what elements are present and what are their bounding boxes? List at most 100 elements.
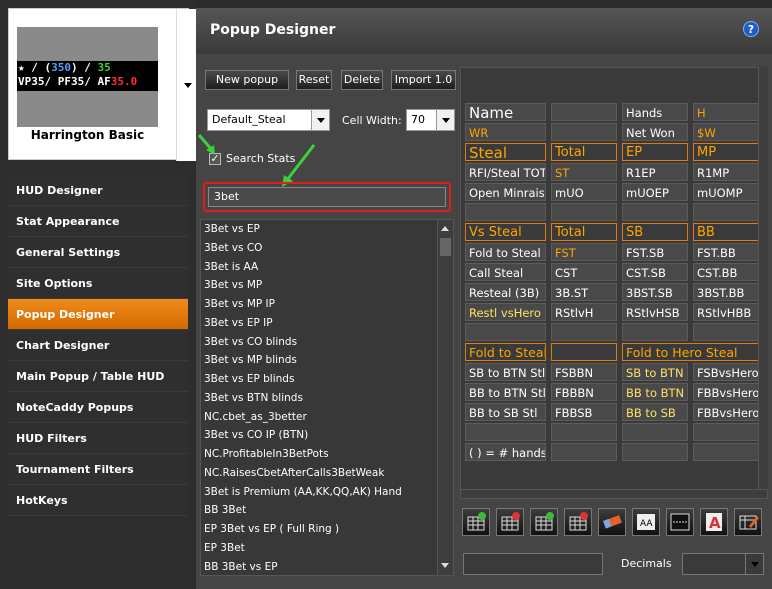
grid-cell[interactable]: ( ) = # hands — [465, 443, 546, 461]
list-item[interactable]: EP 3Bet vs EP ( Full Ring ) — [201, 520, 453, 539]
sidebar-item-general-settings[interactable]: General Settings — [8, 237, 188, 268]
grid-cell[interactable]: SB to BTN — [622, 363, 688, 381]
grid-cell[interactable]: Resteal (3B) — [465, 283, 546, 301]
grid-cell[interactable] — [693, 443, 759, 461]
grid-cell[interactable]: Fold to Hero Steal — [622, 343, 759, 361]
grid-cell[interactable]: Net Won — [622, 123, 688, 141]
grid-cell[interactable]: Steal — [465, 143, 546, 161]
grid-cell[interactable] — [622, 423, 688, 441]
import-button[interactable]: Import 1.0 — [391, 70, 456, 90]
grid-cell[interactable]: WR — [465, 123, 546, 141]
list-item[interactable]: 3Bet vs CO IP (BTN) — [201, 426, 453, 445]
grid-cell[interactable]: H — [693, 103, 759, 121]
grid-horizontal-scrollbar[interactable] — [460, 489, 768, 499]
cell-border-icon[interactable] — [666, 508, 694, 536]
grid-cell[interactable]: BB — [693, 223, 759, 241]
grid-cell[interactable] — [622, 203, 688, 221]
decimals-select[interactable] — [682, 553, 764, 575]
grid-cell[interactable]: BB to SB — [622, 403, 688, 421]
grid-cell[interactable] — [551, 203, 617, 221]
new-popup-button[interactable]: New popup — [205, 70, 289, 90]
list-item[interactable]: 3Bet vs CO — [201, 239, 453, 258]
grid-cell[interactable]: Call Steal — [465, 263, 546, 281]
grid-cell[interactable]: R1MP — [693, 163, 759, 181]
grid-cell[interactable]: Fold to Steal — [465, 343, 546, 361]
sidebar-item-hotkeys[interactable]: HotKeys — [8, 485, 188, 516]
grid-cell[interactable] — [622, 323, 688, 341]
remove-row-icon[interactable] — [496, 508, 524, 536]
grid-cell[interactable] — [465, 423, 546, 441]
grid-cell[interactable] — [551, 423, 617, 441]
grid-cell[interactable]: Open Minraise — [465, 183, 546, 201]
grid-cell[interactable]: 3B.ST — [551, 283, 617, 301]
grid-cell[interactable]: mUO — [551, 183, 617, 201]
grid-vertical-scrollbar[interactable] — [758, 67, 768, 489]
grid-cell[interactable]: FST — [551, 243, 617, 261]
stat-list[interactable]: 3Bet vs EP 3Bet vs CO 3Bet is AA 3Bet vs MP… — [200, 219, 454, 576]
popup-select[interactable]: Default_Steal — [207, 109, 330, 131]
grid-cell[interactable] — [465, 323, 546, 341]
grid-cell[interactable]: $W — [693, 123, 759, 141]
grid-cell[interactable]: 3BST.BB — [693, 283, 759, 301]
grid-cell[interactable] — [551, 323, 617, 341]
grid-cell[interactable]: CST — [551, 263, 617, 281]
list-item[interactable]: 3Bet vs EP IP — [201, 314, 453, 333]
grid-cell[interactable]: FSBBN — [551, 363, 617, 381]
grid-cell[interactable]: Name — [465, 103, 546, 121]
grid-cell[interactable]: FSBvsHero — [693, 363, 759, 381]
hud-dropdown-button[interactable] — [176, 9, 198, 161]
help-icon[interactable]: ? — [743, 21, 759, 37]
grid-cell[interactable]: Restl vsHero — [465, 303, 546, 321]
grid-cell[interactable]: RStlvHBB — [693, 303, 759, 321]
edit-properties-icon[interactable] — [734, 508, 762, 536]
list-item[interactable]: 3Bet vs MP IP — [201, 295, 453, 314]
grid-cell[interactable]: BB to SB Stl — [465, 403, 546, 421]
add-row-icon[interactable] — [462, 508, 490, 536]
list-item[interactable]: 3Bet vs EP blinds — [201, 370, 453, 389]
grid-cell[interactable]: FBBvsHero — [693, 383, 759, 401]
grid-cell[interactable]: FBBSB — [551, 403, 617, 421]
list-item[interactable]: NC.RaisesCbetAfterCalls3BetWeak — [201, 464, 453, 483]
popup-grid[interactable]: Name Hands H WR Net Won $W Steal Total E… — [460, 67, 768, 497]
stat-list-scrollbar[interactable] — [437, 220, 453, 575]
scrollbar-thumb[interactable] — [440, 238, 451, 256]
grid-cell[interactable] — [693, 323, 759, 341]
grid-cell[interactable]: SB — [622, 223, 688, 241]
list-item[interactable]: 3Bet vs CO blinds — [201, 333, 453, 352]
grid-cell[interactable]: mUOEP — [622, 183, 688, 201]
grid-cell[interactable]: FBBBN — [551, 383, 617, 401]
sidebar-item-tournament-filters[interactable]: Tournament Filters — [8, 454, 188, 485]
hud-card[interactable]: ★ / (350) / 35 VP35/ PF35/ AF35.0 Harrin… — [8, 8, 198, 161]
grid-cell[interactable] — [465, 203, 546, 221]
grid-cell[interactable]: RFI/Steal TOT — [465, 163, 546, 181]
scroll-up-icon[interactable] — [438, 222, 453, 236]
scroll-down-icon[interactable] — [438, 559, 453, 573]
reset-button[interactable]: Reset — [296, 70, 332, 90]
grid-cell[interactable]: FBBvsHero — [693, 403, 759, 421]
grid-cell[interactable]: mUOMP — [693, 183, 759, 201]
grid-cell[interactable]: FST.BB — [693, 243, 759, 261]
grid-cell[interactable]: FST.SB — [622, 243, 688, 261]
sidebar-item-main-popup[interactable]: Main Popup / Table HUD — [8, 361, 188, 392]
list-item[interactable]: BB 3Bet vs EP — [201, 558, 453, 576]
list-item[interactable]: 3Bet vs EP — [201, 220, 453, 239]
grid-cell[interactable]: Vs Steal — [465, 223, 546, 241]
grid-cell[interactable]: RStlvH — [551, 303, 617, 321]
add-column-icon[interactable] — [530, 508, 558, 536]
grid-cell[interactable]: Fold to Steal — [465, 243, 546, 261]
grid-cell[interactable]: ST — [551, 163, 617, 181]
list-item[interactable]: 3Bet is Premium (AA,KK,QQ,AK) Hand — [201, 483, 453, 502]
sidebar-item-site-options[interactable]: Site Options — [8, 268, 188, 299]
grid-cell[interactable]: BB to BTN Stl — [465, 383, 546, 401]
grid-cell[interactable]: MP — [693, 143, 759, 161]
grid-cell[interactable] — [693, 423, 759, 441]
grid-cell[interactable] — [551, 343, 617, 361]
grid-cell[interactable]: EP — [622, 143, 688, 161]
delete-button[interactable]: Delete — [341, 70, 383, 90]
eraser-icon[interactable] — [598, 508, 626, 536]
sidebar-item-notecaddy-popups[interactable]: NoteCaddy Popups — [8, 392, 188, 423]
grid-cell[interactable]: 3BST.SB — [622, 283, 688, 301]
grid-cell[interactable]: CST.BB — [693, 263, 759, 281]
sidebar-item-stat-appearance[interactable]: Stat Appearance — [8, 206, 188, 237]
grid-cell[interactable]: Hands — [622, 103, 688, 121]
